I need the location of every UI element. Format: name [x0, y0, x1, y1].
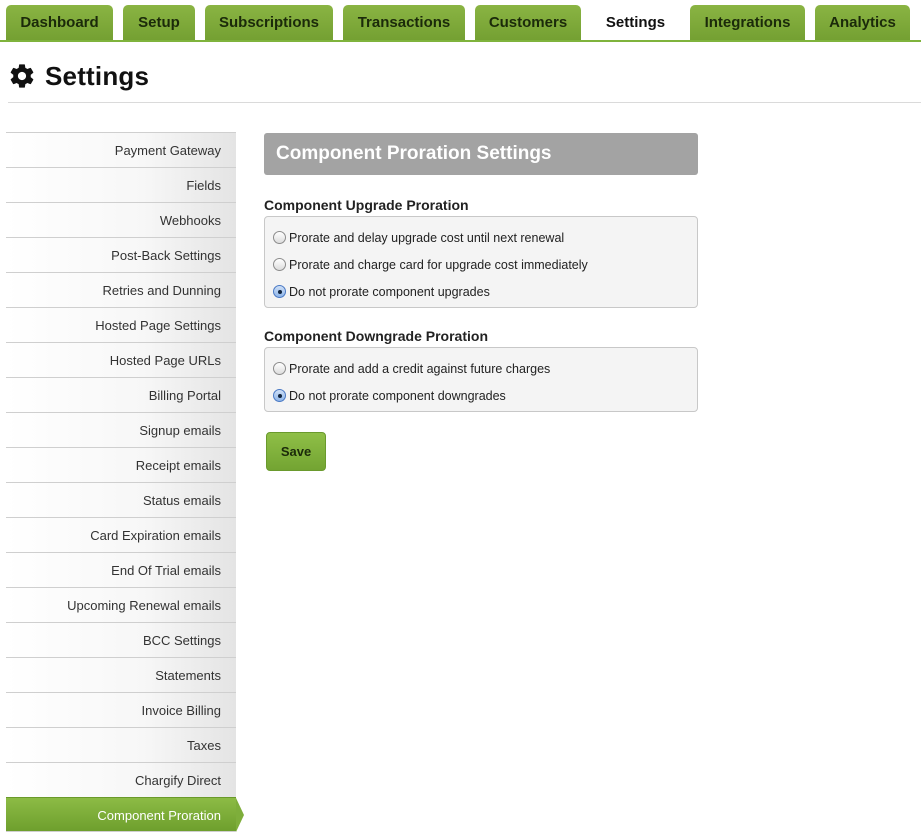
settings-sidebar: Payment Gateway Fields Webhooks Post-Bac…	[6, 132, 244, 832]
sidebar-item-end-of-trial-emails[interactable]: End Of Trial emails	[6, 552, 236, 587]
tab-integrations[interactable]: Integrations	[690, 5, 805, 40]
radio-button[interactable]	[273, 362, 286, 375]
radio-label: Prorate and charge card for upgrade cost…	[289, 257, 588, 272]
nav-underline	[0, 40, 921, 42]
gear-icon	[10, 64, 34, 88]
page-header: Settings	[8, 58, 149, 94]
tab-dashboard[interactable]: Dashboard	[6, 5, 113, 40]
sidebar-item-upcoming-renewal-emails[interactable]: Upcoming Renewal emails	[6, 587, 236, 622]
radio-option-downgrade-no-prorate[interactable]: Do not prorate component downgrades	[265, 382, 697, 409]
tab-customers[interactable]: Customers	[475, 5, 581, 40]
sidebar-item-statements[interactable]: Statements	[6, 657, 236, 692]
upgrade-proration-label: Component Upgrade Proration	[264, 197, 469, 213]
sidebar-item-chargify-direct[interactable]: Chargify Direct	[6, 762, 236, 797]
sidebar-item-component-proration[interactable]: Component Proration	[6, 797, 244, 832]
sidebar-item-post-back-settings[interactable]: Post-Back Settings	[6, 237, 236, 272]
top-nav: Dashboard Setup Subscriptions Transactio…	[0, 0, 921, 42]
radio-option-downgrade-credit[interactable]: Prorate and add a credit against future …	[265, 355, 697, 382]
save-button[interactable]: Save	[266, 432, 326, 471]
radio-button-selected[interactable]	[273, 389, 286, 402]
radio-button[interactable]	[273, 231, 286, 244]
sidebar-item-retries-and-dunning[interactable]: Retries and Dunning	[6, 272, 236, 307]
title-divider	[8, 102, 921, 103]
sidebar-item-payment-gateway[interactable]: Payment Gateway	[6, 132, 236, 167]
radio-label: Do not prorate component upgrades	[289, 284, 490, 299]
sidebar-item-hosted-page-settings[interactable]: Hosted Page Settings	[6, 307, 236, 342]
downgrade-proration-options: Prorate and add a credit against future …	[264, 347, 698, 412]
radio-option-upgrade-charge-now[interactable]: Prorate and charge card for upgrade cost…	[265, 251, 697, 278]
section-header: Component Proration Settings	[264, 133, 698, 175]
radio-option-upgrade-no-prorate[interactable]: Do not prorate component upgrades	[265, 278, 697, 305]
tab-settings[interactable]: Settings	[591, 5, 680, 42]
upgrade-proration-options: Prorate and delay upgrade cost until nex…	[264, 216, 698, 308]
radio-label: Do not prorate component downgrades	[289, 388, 506, 403]
sidebar-item-receipt-emails[interactable]: Receipt emails	[6, 447, 236, 482]
sidebar-item-taxes[interactable]: Taxes	[6, 727, 236, 762]
tab-subscriptions[interactable]: Subscriptions	[205, 5, 333, 40]
radio-button-selected[interactable]	[273, 285, 286, 298]
radio-option-upgrade-delay[interactable]: Prorate and delay upgrade cost until nex…	[265, 224, 697, 251]
sidebar-item-card-expiration-emails[interactable]: Card Expiration emails	[6, 517, 236, 552]
radio-label: Prorate and delay upgrade cost until nex…	[289, 230, 565, 245]
sidebar-item-invoice-billing[interactable]: Invoice Billing	[6, 692, 236, 727]
page-title: Settings	[45, 60, 150, 91]
sidebar-item-signup-emails[interactable]: Signup emails	[6, 412, 236, 447]
sidebar-item-fields[interactable]: Fields	[6, 167, 236, 202]
sidebar-item-billing-portal[interactable]: Billing Portal	[6, 377, 236, 412]
active-arrow-icon	[236, 798, 244, 832]
sidebar-item-status-emails[interactable]: Status emails	[6, 482, 236, 517]
sidebar-item-bcc-settings[interactable]: BCC Settings	[6, 622, 236, 657]
sidebar-item-hosted-page-urls[interactable]: Hosted Page URLs	[6, 342, 236, 377]
tab-transactions[interactable]: Transactions	[343, 5, 465, 40]
downgrade-proration-label: Component Downgrade Proration	[264, 328, 488, 344]
sidebar-item-label: Component Proration	[97, 808, 221, 823]
radio-button[interactable]	[273, 258, 286, 271]
sidebar-item-webhooks[interactable]: Webhooks	[6, 202, 236, 237]
tab-setup[interactable]: Setup	[123, 5, 195, 40]
radio-label: Prorate and add a credit against future …	[289, 361, 551, 376]
tab-analytics[interactable]: Analytics	[815, 5, 910, 40]
